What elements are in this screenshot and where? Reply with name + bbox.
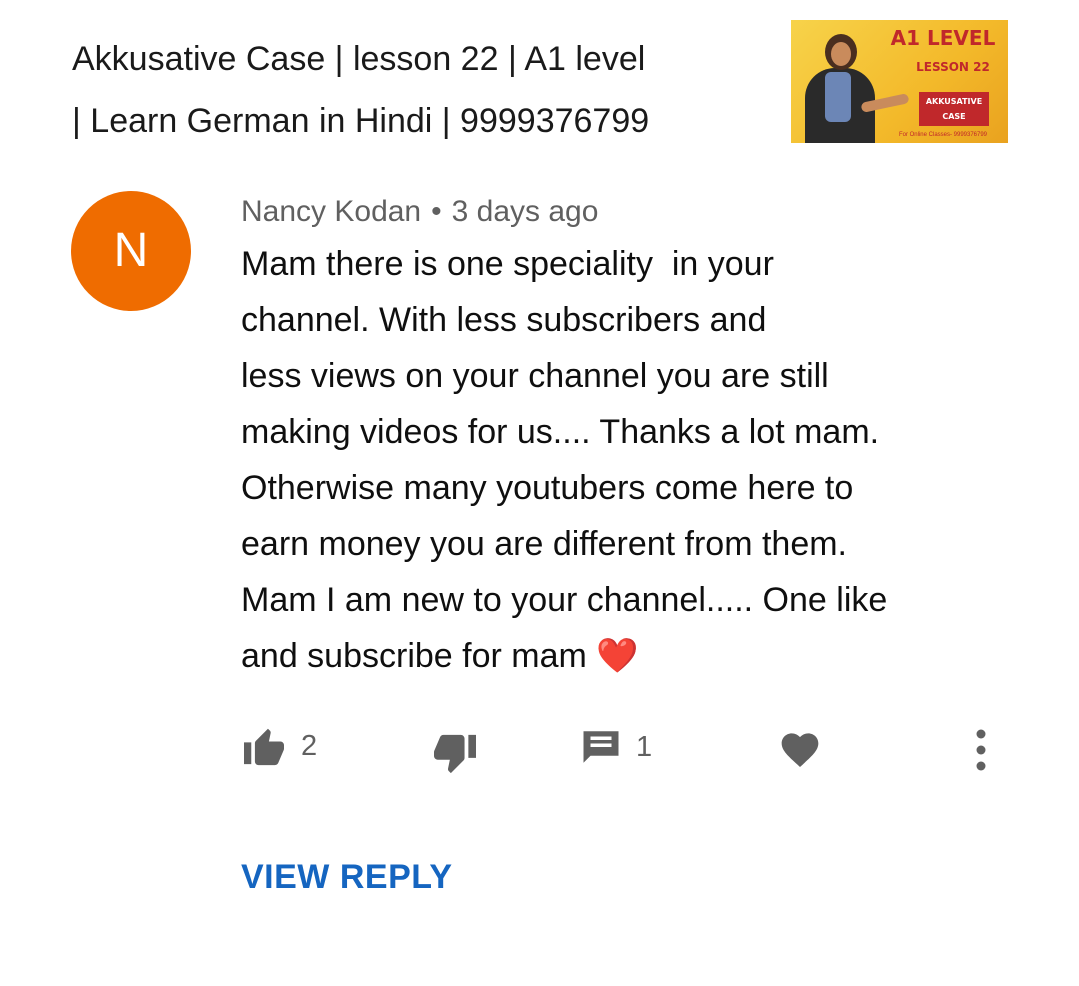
more-vertical-icon bbox=[970, 728, 992, 772]
video-title-line2: | Learn German in Hindi | 9999376799 bbox=[72, 102, 650, 140]
thumbs-down-icon bbox=[432, 733, 478, 775]
like-count: 2 bbox=[301, 729, 318, 762]
comment-line: Otherwise many youtubers come here to bbox=[241, 469, 854, 507]
heart-icon bbox=[778, 727, 822, 769]
video-thumbnail[interactable]: A1 LEVEL LESSON 22 AKKUSATIVE CASE For O… bbox=[791, 20, 1008, 143]
meta-separator: • bbox=[431, 195, 442, 228]
comment-line: channel. With less subscribers and bbox=[241, 301, 767, 339]
like-button[interactable]: 2 bbox=[241, 726, 317, 766]
comment-time: 3 days ago bbox=[451, 195, 599, 228]
thumbnail-topic-line1: AKKUSATIVE bbox=[925, 97, 983, 106]
comment-line: and subscribe for mam ❤️ bbox=[241, 637, 639, 675]
comment-line: making videos for us.... Thanks a lot ma… bbox=[241, 413, 880, 451]
video-title[interactable]: Akkusative Case | lesson 22 | A1 level |… bbox=[72, 28, 732, 152]
avatar-letter: N bbox=[113, 224, 149, 277]
thumbnail-level-text: A1 LEVEL bbox=[890, 26, 996, 50]
thumbnail-footer-text: For Online Classes- 9999376799 bbox=[898, 132, 988, 138]
comment-icon bbox=[580, 726, 622, 768]
thumbnail-topic-line2: CASE bbox=[942, 112, 966, 121]
comment-meta: Nancy Kodan • 3 days ago bbox=[241, 190, 598, 234]
view-reply-button[interactable]: VIEW REPLY bbox=[241, 858, 453, 897]
dislike-button[interactable] bbox=[432, 733, 478, 775]
thumbnail-topic-box: AKKUSATIVE CASE bbox=[919, 92, 989, 126]
thumbnail-lesson-text: LESSON 22 bbox=[916, 60, 990, 74]
comment-line: less views on your channel you are still bbox=[241, 357, 829, 395]
comment-line: earn money you are different from them. bbox=[241, 525, 848, 563]
comment-line: Mam there is one speciality in your bbox=[241, 245, 774, 283]
reply-count: 1 bbox=[636, 730, 653, 763]
video-title-line1: Akkusative Case | lesson 22 | A1 level bbox=[72, 40, 646, 78]
thumbnail-person-scarf bbox=[825, 72, 851, 122]
comment-author[interactable]: Nancy Kodan bbox=[241, 195, 421, 228]
thumbs-up-icon bbox=[241, 726, 287, 766]
comment-text: Mam there is one speciality in your chan… bbox=[241, 236, 981, 684]
more-options-button[interactable] bbox=[970, 728, 992, 772]
reply-button[interactable]: 1 bbox=[580, 726, 652, 768]
comment-line: Mam I am new to your channel..... One li… bbox=[241, 581, 888, 619]
avatar[interactable]: N bbox=[71, 191, 191, 311]
heart-button[interactable] bbox=[778, 727, 822, 769]
thumbnail-person-face bbox=[831, 42, 851, 66]
